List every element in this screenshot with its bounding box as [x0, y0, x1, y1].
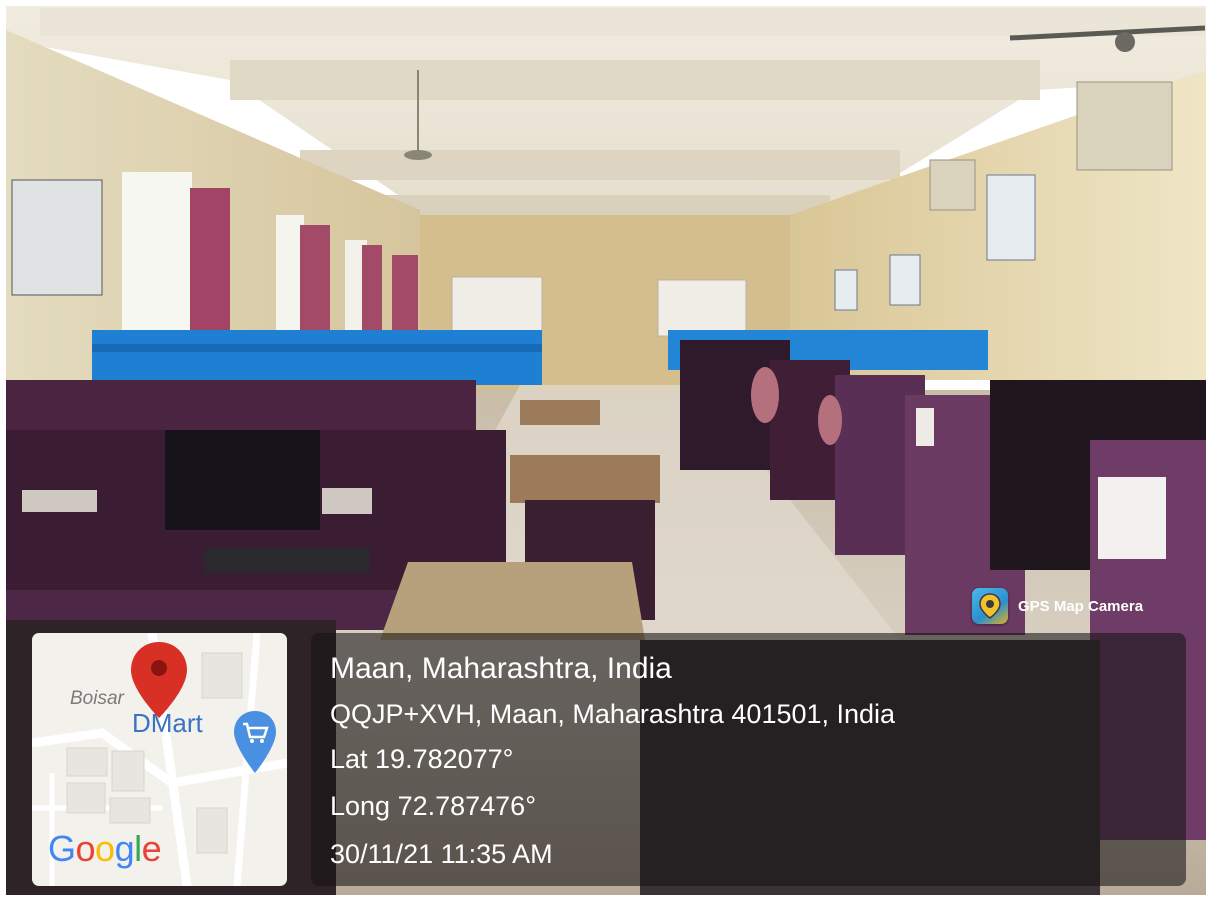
google-logo: Google	[48, 828, 162, 869]
location-pin-icon	[131, 642, 187, 718]
datetime-text: 30/11/21 11:35 AM	[330, 839, 553, 869]
gps-map-camera-badge: GPS Map Camera	[966, 583, 1181, 629]
place-name: Maan, Maharashtra, India	[330, 652, 672, 685]
map-area-label: Boisar	[70, 688, 124, 709]
address-text: QQJP+XVH, Maan, Maharashtra 401501, Indi…	[330, 699, 896, 729]
app-name-label: GPS Map Camera	[1018, 597, 1144, 615]
map-pin-app-icon	[972, 588, 1008, 624]
latitude-text: Lat 19.782077°	[330, 744, 514, 774]
map-thumbnail: Boisar DMart Google	[32, 633, 287, 886]
longitude-text: Long 72.787476°	[330, 791, 536, 821]
shopping-cart-icon	[234, 711, 276, 773]
